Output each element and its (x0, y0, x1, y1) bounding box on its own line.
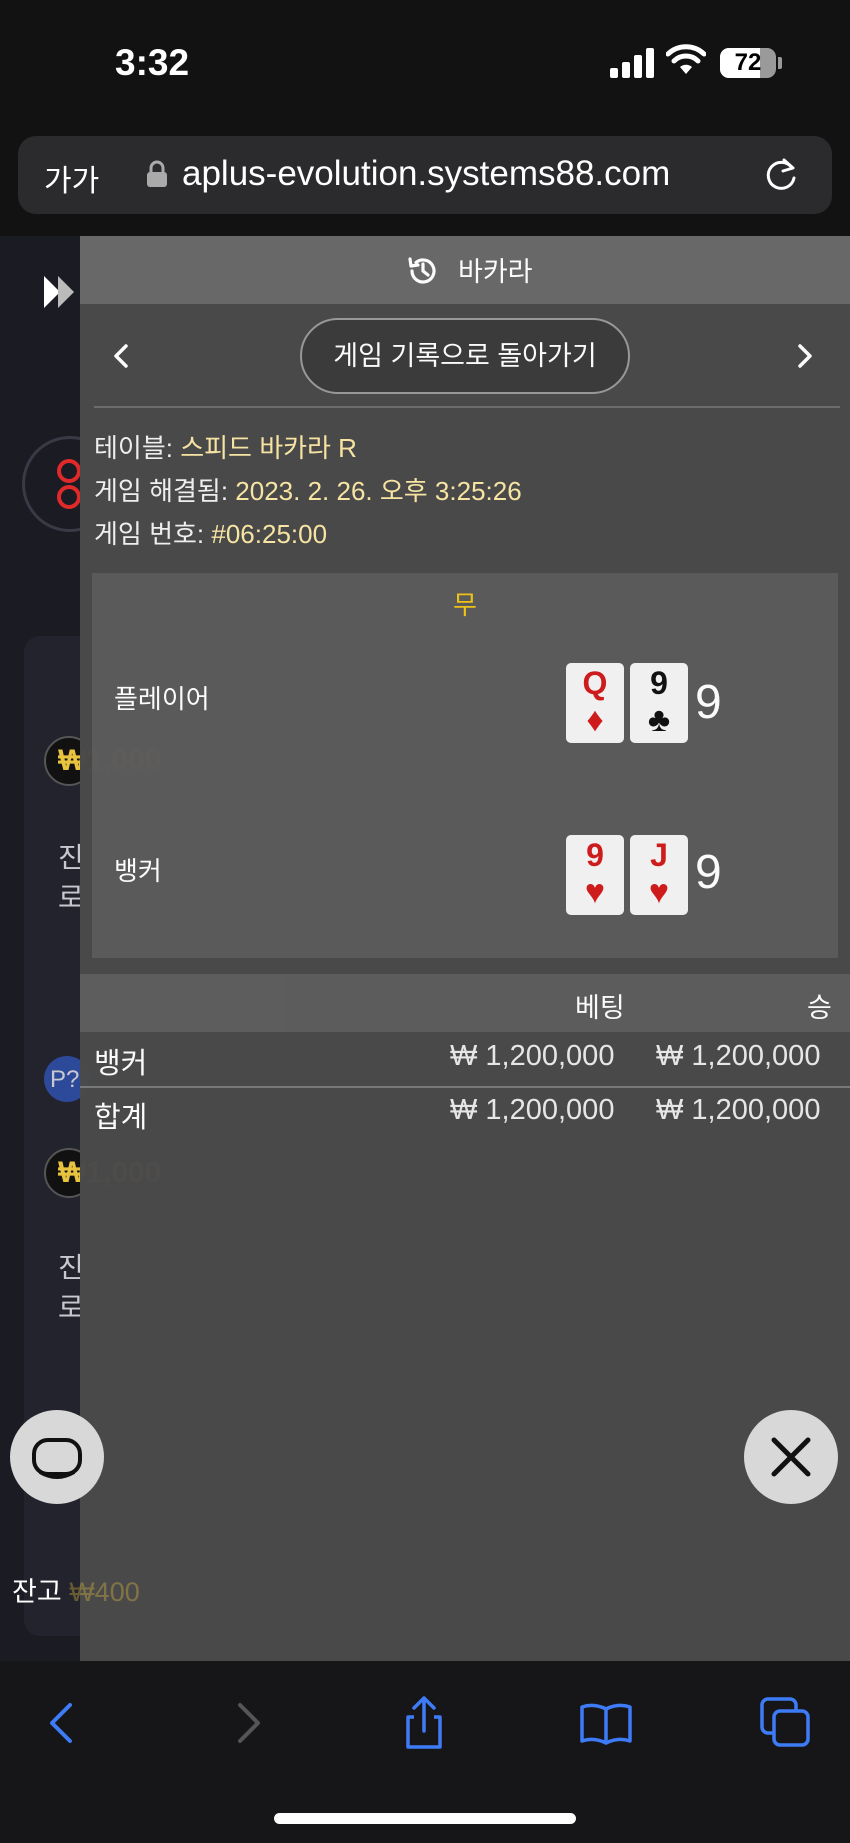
player-card-1: Q ♦ (566, 663, 624, 743)
row-bet: ₩ 1,200,000 (450, 1040, 615, 1072)
screen: 3:32 72 가가 aplus-evolution.systems88.com (0, 0, 850, 1843)
card-rank: 9 (586, 837, 604, 873)
battery-percent: 72 (734, 49, 762, 76)
card-rank: 9 (650, 665, 668, 701)
game-number-info: 게임 번호: #06:25:00 (94, 514, 327, 551)
share-icon[interactable] (396, 1695, 452, 1751)
app-logo-icon (44, 276, 74, 308)
banker-hand-label: 뱅커 (114, 856, 162, 886)
chat-bubble-icon (32, 1438, 82, 1479)
card-rank: J (650, 837, 668, 873)
forward-icon[interactable] (218, 1695, 274, 1751)
url-text[interactable]: aplus-evolution.systems88.com (182, 154, 670, 194)
player-card-2: 9 ♣ (630, 663, 688, 743)
win-column-header: 승 (807, 993, 832, 1023)
game-number-label: 게임 번호: (94, 519, 205, 549)
bg-partial-text: P? (50, 1066, 80, 1093)
card-suit: ♥ (584, 873, 606, 911)
game-result-box: 무 플레이어 Q ♦ 9 ♣ 9 뱅커 9 ♥ J ♥ 9 (92, 573, 838, 958)
close-icon (771, 1437, 811, 1477)
bet-column-header: 베팅 (575, 993, 625, 1023)
card-suit: ♥ (648, 873, 670, 911)
back-to-history-button[interactable]: 게임 기록으로 돌아가기 (300, 318, 630, 394)
banker-card-1: 9 ♥ (566, 835, 624, 915)
row-win: ₩ 1,200,000 (656, 1094, 821, 1126)
resolved-info-value: 2023. 2. 26. 오후 3:25:26 (235, 476, 522, 506)
panel-title: 바카라 (458, 257, 533, 287)
chip-menu-button[interactable] (10, 1410, 104, 1504)
back-icon[interactable] (36, 1695, 92, 1751)
balance: 잔고 ₩400 (12, 1570, 140, 1609)
cellular-signal-icon (610, 46, 654, 78)
text-size-button[interactable]: 가가 (44, 156, 99, 200)
resolved-info: 게임 해결됨: 2023. 2. 26. 오후 3:25:26 (94, 471, 522, 508)
address-bar[interactable]: 가가 aplus-evolution.systems88.com (18, 136, 832, 214)
table-info: 테이블: 스피드 바카라 R (94, 428, 357, 465)
card-rank: Q (582, 665, 608, 701)
player-hand-label: 플레이어 (114, 684, 210, 714)
card-suit: ♦ (586, 701, 604, 739)
game-number-value: #06:25:00 (211, 519, 328, 549)
balance-amount: ₩400 (69, 1577, 140, 1607)
clock: 3:32 (115, 42, 190, 83)
panel-header: 바카라 (80, 236, 850, 304)
outcome-label: 무 (453, 590, 477, 620)
tabs-icon[interactable] (758, 1695, 814, 1751)
banker-score: 9 (695, 846, 722, 899)
table-row: 뱅커 ₩ 1,200,000 ₩ 1,200,000 (80, 1034, 850, 1086)
close-button[interactable] (744, 1410, 838, 1504)
card-suit: ♣ (647, 701, 671, 739)
reload-icon[interactable] (762, 156, 800, 194)
row-label: 합계 (94, 1102, 148, 1134)
history-icon (408, 257, 436, 284)
divider (94, 406, 840, 408)
wifi-icon (666, 44, 706, 74)
battery-icon: 72 (720, 48, 776, 78)
status-bar: 3:32 72 (0, 0, 850, 126)
row-bet: ₩ 1,200,000 (450, 1094, 615, 1126)
next-game-icon[interactable] (784, 336, 824, 376)
game-history-panel: 바카라 게임 기록으로 돌아가기 테이블: 스피드 바카라 R 게임 해결됨: … (80, 236, 850, 1661)
player-score: 9 (695, 676, 722, 729)
banker-card-2: J ♥ (630, 835, 688, 915)
bets-table-header: 베팅 승 (80, 974, 850, 1032)
home-indicator (274, 1813, 576, 1824)
balance-label: 잔고 (12, 1577, 62, 1607)
lock-icon (147, 160, 167, 187)
row-label: 뱅커 (94, 1048, 148, 1080)
table-info-label: 테이블: (94, 433, 173, 463)
bookmarks-icon[interactable] (578, 1695, 634, 1751)
row-win: ₩ 1,200,000 (656, 1040, 821, 1072)
previous-game-icon[interactable] (102, 336, 142, 376)
table-info-value: 스피드 바카라 R (180, 433, 357, 463)
table-row: 합계 ₩ 1,200,000 ₩ 1,200,000 (80, 1088, 850, 1140)
resolved-info-label: 게임 해결됨: (94, 476, 229, 506)
